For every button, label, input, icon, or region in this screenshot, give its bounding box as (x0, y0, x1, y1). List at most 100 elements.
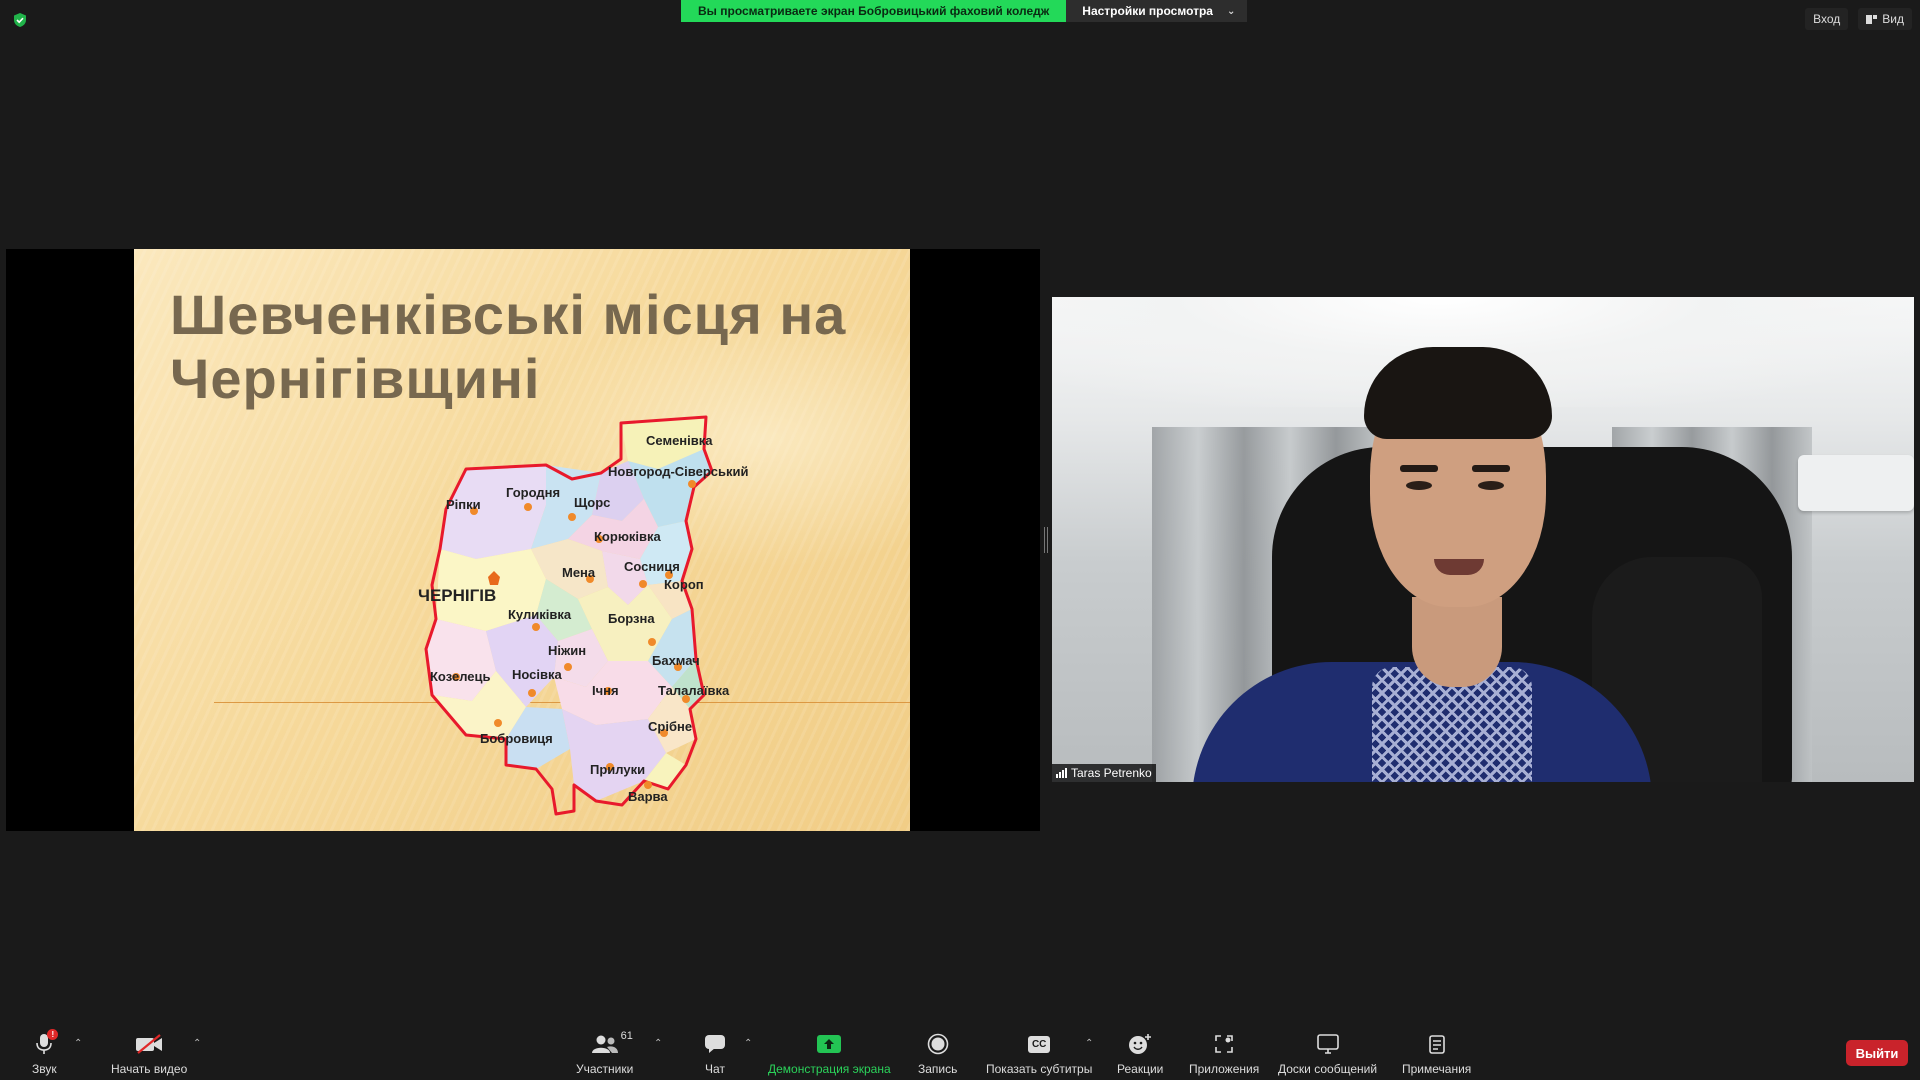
map-label-varva: Варва (628, 789, 668, 804)
participants-options-caret[interactable]: ⌃ (654, 1038, 662, 1049)
audio-options-caret[interactable]: ⌃ (74, 1038, 82, 1049)
view-settings-button[interactable]: Настройки просмотра ⌄ (1066, 0, 1248, 22)
participants-label: Участники (576, 1062, 634, 1076)
map-label-kozelets: Козелець (430, 669, 491, 684)
whiteboards-icon-wrap (1316, 1032, 1339, 1056)
map-label-bakhmach: Бахмач (652, 653, 700, 668)
view-settings-label: Настройки просмотра (1082, 4, 1213, 18)
audio-icon-wrap: ! (36, 1029, 59, 1056)
participant-name-tag: Taras Petrenko (1052, 764, 1156, 782)
map-label-ripky: Ріпки (446, 497, 481, 512)
video-off-icon (136, 1034, 163, 1054)
record-icon-wrap (927, 1032, 949, 1056)
map-label-shchors: Щорс (574, 495, 610, 510)
video-person-brow-right (1472, 465, 1510, 472)
start-video-button[interactable]: Начать видео (111, 1032, 187, 1076)
chat-label: Чат (705, 1062, 725, 1076)
map-label-pryluky: Прилуки (590, 762, 645, 777)
map-label-koriukivka: Корюківка (594, 529, 662, 544)
record-button[interactable]: Запись (918, 1032, 957, 1076)
map-label-korop: Короп (664, 577, 704, 592)
shield-check-icon[interactable] (12, 12, 28, 28)
audio-button[interactable]: ! Звук (32, 1029, 59, 1076)
captions-button[interactable]: CC Показать субтитры (986, 1032, 1092, 1076)
map-label-mena: Мена (562, 565, 596, 580)
map-label-nosivka: Носівка (512, 667, 562, 682)
captions-icon-wrap: CC (1027, 1032, 1051, 1056)
share-screen-label: Демонстрация экрана (768, 1062, 891, 1076)
audio-warning-badge: ! (47, 1029, 59, 1040)
screen-share-banner: Вы просматриваете экран Бобровицький фах… (681, 0, 1248, 22)
map-label-kulykivka: Куликівка (508, 607, 572, 622)
whiteboards-button[interactable]: Доски сообщений (1278, 1032, 1377, 1076)
sign-in-button[interactable]: Вход (1805, 8, 1849, 30)
video-air-conditioner (1798, 455, 1914, 511)
record-circle-icon (927, 1033, 948, 1055)
record-label: Запись (918, 1062, 958, 1076)
participants-button[interactable]: 61 Участники (576, 1030, 634, 1076)
smiley-plus-icon (1129, 1034, 1152, 1054)
map-label-nizhyn: Ніжин (548, 643, 586, 658)
leave-meeting-button[interactable]: Выйти (1846, 1040, 1908, 1066)
participants-icon (591, 1035, 618, 1053)
view-label: Вид (1882, 12, 1904, 26)
whiteboard-icon (1316, 1034, 1339, 1054)
video-person-neck (1412, 597, 1502, 687)
split-view-resize-handle[interactable] (1044, 527, 1048, 553)
share-icon-wrap (817, 1032, 842, 1056)
apps-label: Приложения (1189, 1062, 1260, 1076)
video-person-hair (1364, 347, 1552, 439)
captions-label: Показать субтитры (986, 1062, 1093, 1076)
notes-button[interactable]: Примечания (1402, 1032, 1471, 1076)
map-label-talalaivka: Талалаївка (658, 683, 730, 698)
map-label-sribne: Срібне (648, 719, 692, 734)
video-icon-wrap (135, 1032, 163, 1056)
map-label-horodnia: Городня (506, 485, 560, 500)
share-screen-arrow-icon (817, 1035, 842, 1053)
video-options-caret[interactable]: ⌃ (193, 1038, 201, 1049)
connection-signal-icon (1056, 768, 1067, 778)
view-layout-icon (1866, 14, 1878, 24)
slide-title: Шевченківські місця на Чернігівщині (170, 283, 890, 411)
map-label-ichnia: Ічня (592, 683, 619, 698)
chat-button[interactable]: Чат (704, 1032, 726, 1076)
slide-title-line-1: Шевченківські місця на (170, 283, 847, 346)
map-label-borzna: Борзна (608, 611, 655, 626)
participant-name: Taras Petrenko (1071, 766, 1152, 780)
apps-icon (1215, 1035, 1233, 1053)
apps-icon-wrap (1214, 1032, 1234, 1056)
chat-icon-wrap (704, 1032, 726, 1056)
video-person-eye-left (1406, 481, 1432, 490)
video-person-eye-right (1478, 481, 1504, 490)
map-label-sosnytsia: Сосниця (624, 559, 680, 574)
notes-icon-wrap (1428, 1032, 1445, 1056)
notes-label: Примечания (1402, 1062, 1472, 1076)
map-label-novgorod: Новгород-Сіверський (608, 464, 749, 479)
chernihiv-region-map: Семенівка Новгород-Сіверський Ріпки Горо… (418, 415, 749, 816)
map-label-bobrovytsia: Бобровиця (480, 731, 553, 746)
reactions-button[interactable]: Реакции (1117, 1032, 1163, 1076)
top-right-controls: Вход Вид (1805, 8, 1912, 30)
share-screen-button[interactable]: Демонстрация экрана (768, 1032, 891, 1076)
map-label-chernihiv: ЧЕРНІГІВ (418, 586, 496, 605)
video-person-brow-left (1400, 465, 1438, 472)
chat-options-caret[interactable]: ⌃ (744, 1038, 752, 1049)
slide-title-line-2: Чернігівщині (170, 347, 541, 410)
presentation-slide: Шевченківські місця на Чернігівщині Семе… (134, 249, 910, 831)
reactions-icon-wrap (1128, 1032, 1152, 1056)
chevron-down-icon: ⌄ (1226, 5, 1236, 17)
meeting-toolbar: ! Звук ⌃ Начать видео ⌃ 61 Участники ⌃ Ч… (0, 1024, 1920, 1080)
share-notice: Вы просматриваете экран Бобровицький фах… (681, 0, 1067, 22)
map-label-semenivka: Семенівка (646, 433, 713, 448)
apps-button[interactable]: Приложения (1189, 1032, 1259, 1076)
shared-screen[interactable]: Шевченківські місця на Чернігівщині Семе… (6, 249, 1040, 831)
notes-icon (1428, 1035, 1445, 1054)
audio-label: Звук (32, 1062, 57, 1076)
participant-video-tile[interactable] (1052, 297, 1914, 782)
chat-bubble-icon (705, 1035, 725, 1053)
participants-count: 61 (620, 1030, 633, 1042)
cc-icon: CC (1027, 1035, 1051, 1053)
view-button[interactable]: Вид (1858, 8, 1912, 30)
captions-options-caret[interactable]: ⌃ (1085, 1038, 1093, 1049)
sign-in-label: Вход (1813, 12, 1841, 26)
